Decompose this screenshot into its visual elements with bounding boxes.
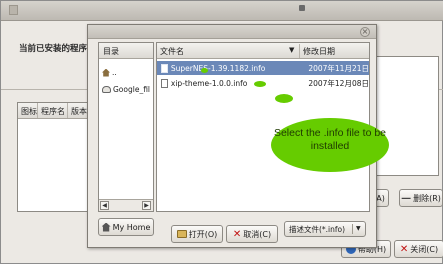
cancel-x-icon: ✕	[232, 228, 242, 240]
file-row-selected[interactable]: SuperNES-1.39.1182.info 2007年11月21日	[157, 61, 369, 75]
folder-open-icon	[176, 230, 187, 238]
titlebar-mark-icon	[299, 5, 305, 11]
dialog-close-icon[interactable]: ×	[360, 27, 370, 37]
column-icon[interactable]: 图标	[18, 103, 38, 118]
my-home-button[interactable]: My Home	[98, 218, 154, 236]
callout-bubble-small	[201, 68, 208, 73]
installed-programs-heading: 当前已安装的程序	[19, 44, 88, 54]
sort-down-icon[interactable]: ▼	[289, 46, 294, 54]
minus-icon: —	[401, 192, 412, 204]
chevron-down-icon: ▼	[356, 225, 361, 232]
column-filename[interactable]: 文件名	[160, 46, 184, 57]
places-header[interactable]: 目录	[99, 43, 153, 59]
combo-separator	[352, 224, 353, 234]
close-button[interactable]: ✕ 关闭(C)	[394, 240, 443, 258]
place-label: ..	[112, 68, 117, 77]
drive-icon	[102, 86, 111, 93]
home-icon	[102, 68, 110, 77]
delete-button[interactable]: — 删除(R)	[399, 189, 443, 207]
installed-programs-list[interactable]: 图标 程序名 版本	[17, 102, 97, 212]
place-item-parent[interactable]: ..	[102, 68, 117, 77]
place-label: Google_fil	[113, 85, 151, 94]
places-list[interactable]: 目录 .. Google_fil ◀ ▶	[98, 42, 154, 212]
dialog-titlebar: ×	[88, 25, 376, 39]
callout-bubble-large	[275, 94, 293, 103]
instruction-callout: Select the .info file to be installed	[271, 118, 389, 172]
callout-bubble-medium	[254, 81, 266, 87]
file-list-header: 文件名 ▼ 修改日期	[157, 43, 369, 59]
dialog-title	[94, 27, 134, 35]
column-program-name[interactable]: 程序名	[38, 103, 68, 118]
places-horizontal-scrollbar[interactable]: ◀ ▶	[99, 199, 153, 211]
scroll-left-icon[interactable]: ◀	[100, 201, 109, 210]
file-name: SuperNES-1.39.1182.info	[170, 63, 266, 73]
file-date: 2007年12月08日	[308, 78, 369, 88]
my-home-label: My Home	[112, 222, 151, 232]
place-item-google[interactable]: Google_fil	[102, 85, 154, 94]
cancel-button-label: 取消(C)	[243, 229, 272, 239]
column-separator	[299, 44, 300, 58]
file-type-filter[interactable]: 描述文件(*.info) ▼	[284, 221, 366, 237]
file-date: 2007年11月21日	[308, 63, 369, 73]
installer-titlebar	[1, 1, 443, 21]
callout-text: Select the .info file to be installed	[273, 127, 387, 152]
filter-value: 描述文件(*.info)	[289, 224, 346, 234]
file-icon	[161, 63, 168, 73]
house-icon	[101, 222, 111, 232]
open-button[interactable]: 打开(O)	[171, 225, 223, 243]
scroll-right-icon[interactable]: ▶	[142, 201, 151, 210]
close-button-label: 关闭(C)	[410, 244, 439, 254]
open-button-label: 打开(O)	[188, 229, 218, 239]
column-modified-date[interactable]: 修改日期	[303, 46, 335, 57]
installer-title	[9, 5, 69, 15]
file-name: xip-theme-1.0.0.info	[170, 78, 248, 88]
cancel-button[interactable]: ✕ 取消(C)	[226, 225, 278, 243]
installed-list-header: 图标 程序名 版本	[18, 103, 96, 119]
app-icon	[9, 5, 18, 15]
delete-button-label: 删除(R)	[413, 193, 441, 203]
close-icon: ✕	[399, 243, 409, 255]
file-icon	[161, 78, 168, 88]
